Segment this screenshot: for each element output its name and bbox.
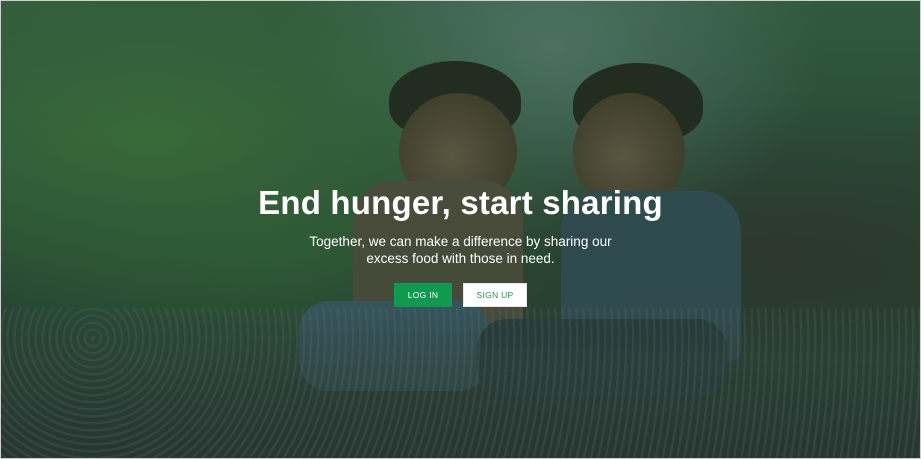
hero-subtitle: Together, we can make a difference by sh…: [309, 234, 612, 266]
hero-title: End hunger, start sharing: [258, 184, 663, 221]
cta-button-group: LOG IN SIGN UP: [1, 283, 920, 307]
login-button[interactable]: LOG IN: [394, 283, 452, 307]
hero-content: End hunger, start sharing Together, we c…: [1, 181, 920, 307]
app-window: End hunger, start sharing Together, we c…: [0, 0, 921, 459]
signup-button[interactable]: SIGN UP: [463, 283, 527, 307]
